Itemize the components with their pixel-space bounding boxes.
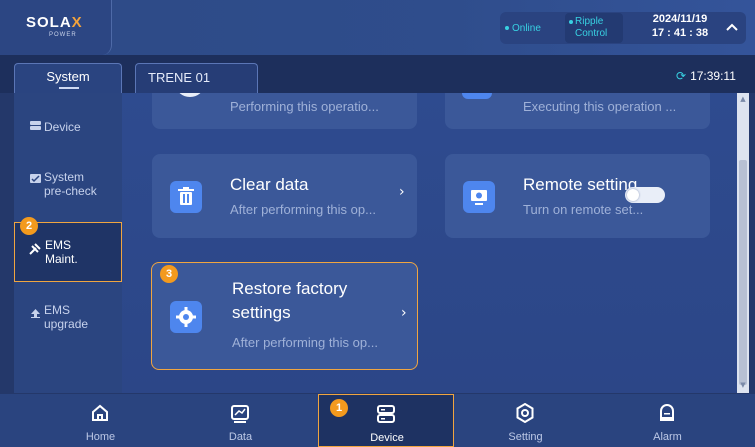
online-status: Online xyxy=(505,19,560,39)
trash-icon xyxy=(170,181,202,213)
nav-home[interactable]: Home xyxy=(25,394,176,447)
card-partial-left[interactable]: Performing this operatio... xyxy=(152,93,417,129)
clear-data-card[interactable]: Clear data After performing this op... › xyxy=(152,154,417,238)
remote-setting-card[interactable]: Remote setting Turn on remote set... xyxy=(445,154,710,238)
card-partial-right[interactable]: Executing this operation ... xyxy=(445,93,710,129)
checklist-icon xyxy=(30,174,41,183)
settings-icon xyxy=(516,403,534,423)
sidebar-item-ems-upgrade[interactable]: EMS upgrade xyxy=(14,303,122,343)
sidebar-item-system-precheck[interactable]: System pre-check xyxy=(14,170,122,210)
remote-screen-icon xyxy=(463,181,495,213)
tab-trene-01[interactable]: TRENE 01 xyxy=(135,63,258,93)
refresh-icon[interactable]: ⟳ xyxy=(676,69,686,83)
status-dot-icon xyxy=(505,26,509,31)
active-tab-underline xyxy=(59,87,79,89)
nav-setting[interactable]: Setting xyxy=(450,394,601,447)
step-badge-2: 2 xyxy=(20,217,38,235)
circle-icon xyxy=(176,93,204,97)
nav-alarm[interactable]: Alarm xyxy=(592,394,743,447)
gear-icon xyxy=(170,301,202,333)
tab-system[interactable]: System xyxy=(14,63,122,93)
nav-data[interactable]: Data xyxy=(165,394,316,447)
date-text: 2024/11/19 xyxy=(652,13,708,25)
chevron-up-icon[interactable] xyxy=(724,20,740,36)
sidebar-item-device[interactable]: Device xyxy=(14,117,122,137)
upload-icon xyxy=(31,309,40,318)
device-icon xyxy=(30,121,41,130)
scroll-down-arrow-icon[interactable]: ▼ xyxy=(737,381,749,391)
scroll-up-arrow-icon[interactable]: ▲ xyxy=(737,95,749,105)
device-icon xyxy=(377,405,395,423)
solax-logo: SOLAX xyxy=(26,14,83,31)
remote-setting-toggle[interactable] xyxy=(625,187,665,203)
scrollbar-thumb[interactable] xyxy=(739,160,747,385)
time-text: 17 : 41 : 38 xyxy=(651,27,709,39)
main-panel: Performing this operatio... Executing th… xyxy=(122,93,737,393)
status-dot-icon xyxy=(569,20,573,24)
chevron-right-icon: › xyxy=(401,305,407,321)
chart-icon xyxy=(231,405,249,423)
datetime: 2024/11/19 17 : 41 : 38 xyxy=(640,12,720,40)
home-icon xyxy=(92,404,108,421)
step-badge-1: 1 xyxy=(330,399,348,417)
step-badge-3: 3 xyxy=(160,265,178,283)
ripple-control-status: Ripple Control xyxy=(565,13,623,43)
restore-factory-card[interactable]: Restore factory settings After performin… xyxy=(151,262,418,370)
sync-time[interactable]: ⟳ 17:39:11 xyxy=(676,69,736,83)
chevron-right-icon: › xyxy=(399,184,405,200)
signal-icon xyxy=(462,93,492,99)
alarm-icon xyxy=(660,404,674,421)
wrench-icon xyxy=(29,243,41,255)
logo-subtitle: POWER xyxy=(49,32,77,38)
toggle-knob xyxy=(627,189,639,201)
